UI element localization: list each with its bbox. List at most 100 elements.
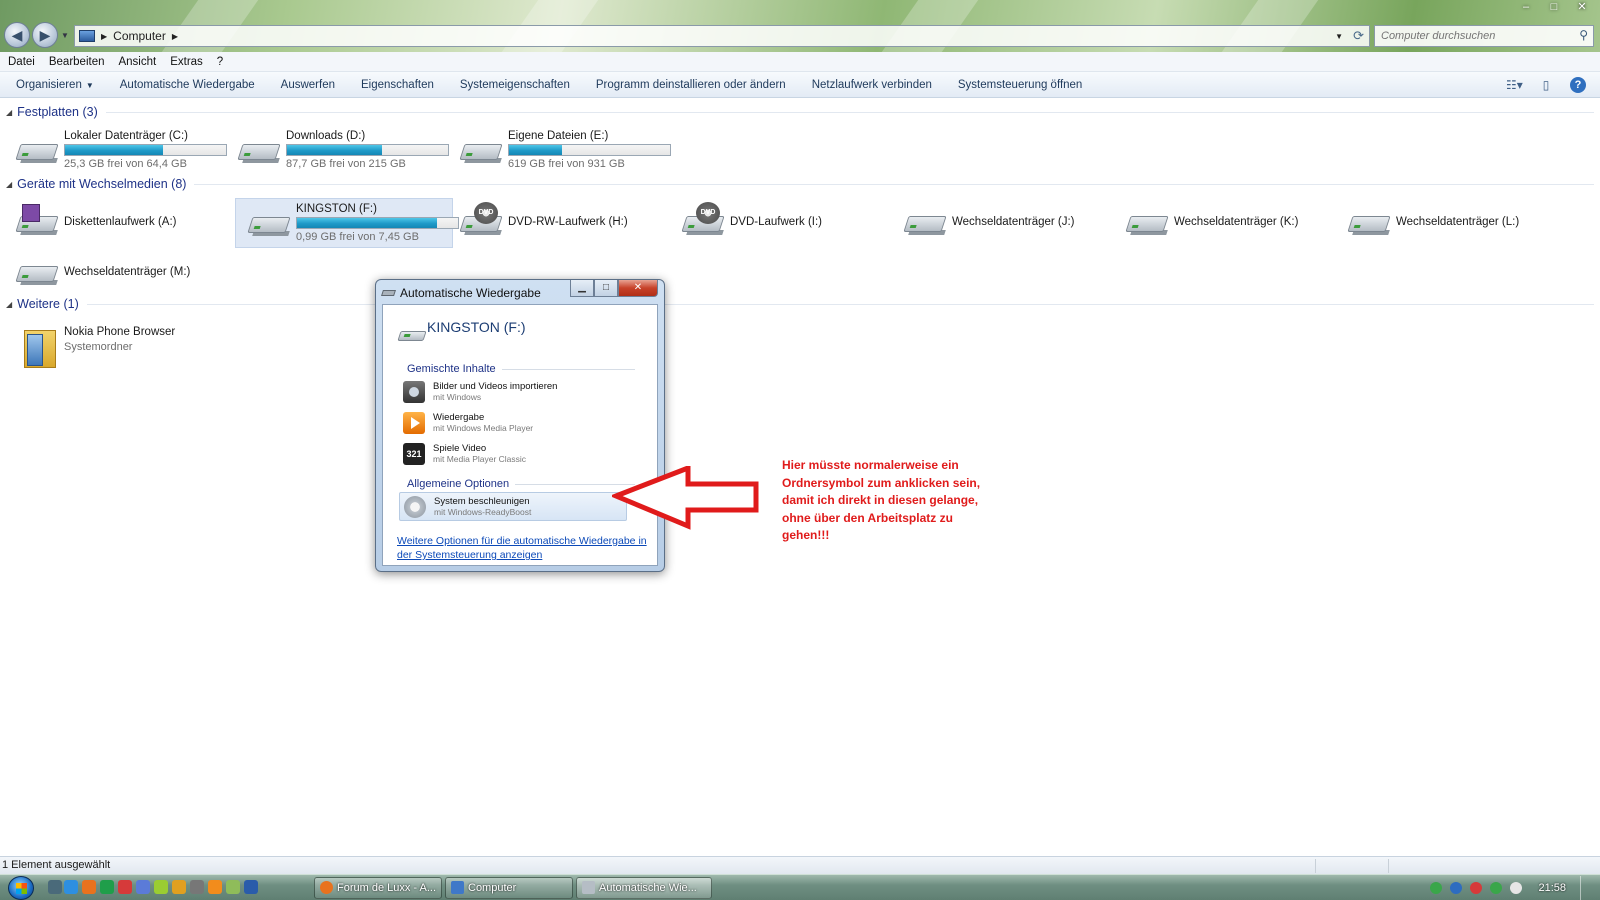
group-header-other[interactable]: ◢ Weitere (1) [6,297,1594,311]
clock[interactable]: 21:58 [1538,882,1566,894]
collapse-triangle-icon[interactable]: ◢ [6,108,12,117]
app-icon[interactable] [172,880,186,894]
floppy-drive-icon [15,204,59,236]
address-dropdown-icon[interactable]: ▼ [1335,32,1343,41]
address-bar[interactable]: ▶ Computer ▶ ▼ ⟳ [74,25,1370,47]
app-icon[interactable] [136,880,150,894]
menu-file[interactable]: Datei [8,56,35,68]
menu-bar: Datei Bearbeiten Ansicht Extras ? [0,52,1600,72]
item-subtitle: Systemordner [64,341,133,353]
uninstall-program-button[interactable]: Programm deinstallieren oder ändern [596,79,786,91]
firefox-icon[interactable] [82,880,96,894]
taskbar-button-autoplay[interactable]: Automatische Wie... [576,877,712,899]
maximize-button[interactable]: □ [1542,0,1566,16]
refresh-icon[interactable]: ⟳ [1353,28,1364,44]
media-player-icon[interactable] [208,880,222,894]
usage-bar [296,217,459,229]
readyboost-icon [404,496,426,518]
media-player-icon [403,412,425,434]
chevron-right-icon[interactable]: ▶ [101,32,107,41]
minimize-button[interactable]: – [1514,0,1538,16]
drive-k[interactable]: Wechseldatenträger (K:) [1114,198,1328,248]
app-icon[interactable] [100,880,114,894]
show-desktop-icon[interactable] [48,880,62,894]
internet-explorer-icon[interactable] [64,880,78,894]
drive-c[interactable]: Lokaler Datenträger (C:) 25,3 GB frei vo… [4,126,227,176]
drive-i[interactable]: DVD DVD-Laufwerk (I:) [670,198,884,248]
option-play-video-mpc[interactable]: 321 Spiele Video mit Media Player Classi… [399,440,627,469]
group-header-removable[interactable]: ◢ Geräte mit Wechselmedien (8) [6,177,1594,191]
drive-l[interactable]: Wechseldatenträger (L:) [1336,198,1550,248]
start-button[interactable] [8,876,34,900]
option-readyboost[interactable]: System beschleunigen mit Windows-ReadyBo… [399,492,627,521]
menu-extras[interactable]: Extras [170,56,203,68]
drive-e[interactable]: Eigene Dateien (E:) 619 GB frei von 931 … [448,126,671,176]
close-button[interactable]: ✕ [1570,0,1594,16]
chevron-right-icon[interactable]: ▶ [172,32,178,41]
update-icon[interactable] [1490,882,1503,894]
search-icon[interactable]: ⚲ [1579,28,1588,42]
dialog-close-button[interactable]: ✕ [618,280,658,297]
collapse-triangle-icon[interactable]: ◢ [6,180,12,189]
organize-button[interactable]: Organisieren ▼ [16,79,94,91]
taskbar: Forum de Luxx - A... Computer Automatisc… [0,874,1600,900]
option-title: System beschleunigen [434,496,530,507]
app-icon[interactable] [226,880,240,894]
app-icon[interactable] [190,880,204,894]
menu-help[interactable]: ? [217,56,223,68]
drive-icon [582,881,595,894]
nokia-phone-browser[interactable]: Nokia Phone Browser Systemordner [4,320,218,370]
collapse-triangle-icon[interactable]: ◢ [6,300,12,309]
app-icon[interactable] [154,880,168,894]
help-icon[interactable]: ? [1570,77,1586,93]
properties-button[interactable]: Eigenschaften [361,79,434,91]
drive-name: Eigene Dateien (E:) [508,130,609,142]
drive-m[interactable]: Wechseldatenträger (M:) [4,248,218,298]
more-autoplay-options-link[interactable]: Weitere Optionen für die automatische Wi… [397,534,657,562]
folder-icon [24,330,56,368]
drive-j[interactable]: Wechseldatenträger (J:) [892,198,1106,248]
back-button[interactable]: ◀ [4,22,30,48]
menu-view[interactable]: Ansicht [118,56,156,68]
menu-edit[interactable]: Bearbeiten [49,56,105,68]
divider [86,303,1594,305]
show-desktop-button[interactable] [1580,876,1590,900]
eject-button[interactable]: Auswerfen [281,79,335,91]
section-general-options: Allgemeine Optionen [407,478,635,490]
app-icon[interactable] [118,880,132,894]
drive-h[interactable]: DVD DVD-RW-Laufwerk (H:) [448,198,662,248]
network-icon[interactable] [1430,882,1443,894]
search-input[interactable] [1375,26,1565,46]
divider [194,183,1594,185]
recent-pages-dropdown[interactable]: ▼ [61,31,69,40]
taskbar-button-computer[interactable]: Computer [445,877,573,899]
drive-f[interactable]: KINGSTON (F:) 0,99 GB frei von 7,45 GB [235,198,459,248]
drive-d[interactable]: Downloads (D:) 87,7 GB frei von 215 GB [226,126,449,176]
window-controls: – □ ✕ [1514,0,1594,16]
forward-button[interactable]: ▶ [32,22,58,48]
breadcrumb-computer[interactable]: Computer [113,29,166,43]
search-box[interactable]: ⚲ [1374,25,1594,47]
dialog-maximize-button[interactable]: □ [594,280,618,297]
dialog-minimize-button[interactable]: ▁ [570,280,594,297]
volume-icon[interactable] [1510,882,1523,894]
section-title: Gemischte Inhalte [407,363,496,375]
computer-icon [451,881,464,894]
bluetooth-icon[interactable] [1450,882,1463,894]
word-icon[interactable] [244,880,258,894]
taskbar-button-forum[interactable]: Forum de Luxx - A... [314,877,442,899]
map-network-drive-button[interactable]: Netzlaufwerk verbinden [812,79,932,91]
autoplay-button[interactable]: Automatische Wiedergabe [120,79,255,91]
system-properties-button[interactable]: Systemeigenschaften [460,79,570,91]
security-icon[interactable] [1470,882,1483,894]
option-play-wmp[interactable]: Wiedergabe mit Windows Media Player [399,409,627,438]
group-header-hard-disks[interactable]: ◢ Festplatten (3) [6,105,1594,119]
option-subtitle: mit Windows Media Player [433,423,534,433]
open-control-panel-button[interactable]: Systemsteuerung öffnen [958,79,1082,91]
command-bar: Organisieren ▼ Automatische Wiedergabe Au… [0,72,1600,98]
drive-a[interactable]: Diskettenlaufwerk (A:) [4,198,218,248]
preview-pane-icon[interactable]: ▯ [1538,78,1554,92]
option-import-pictures[interactable]: Bilder und Videos importieren mit Window… [399,378,627,407]
removable-drive-icon [1125,210,1169,236]
view-options-icon[interactable]: ☷▾ [1506,78,1523,92]
